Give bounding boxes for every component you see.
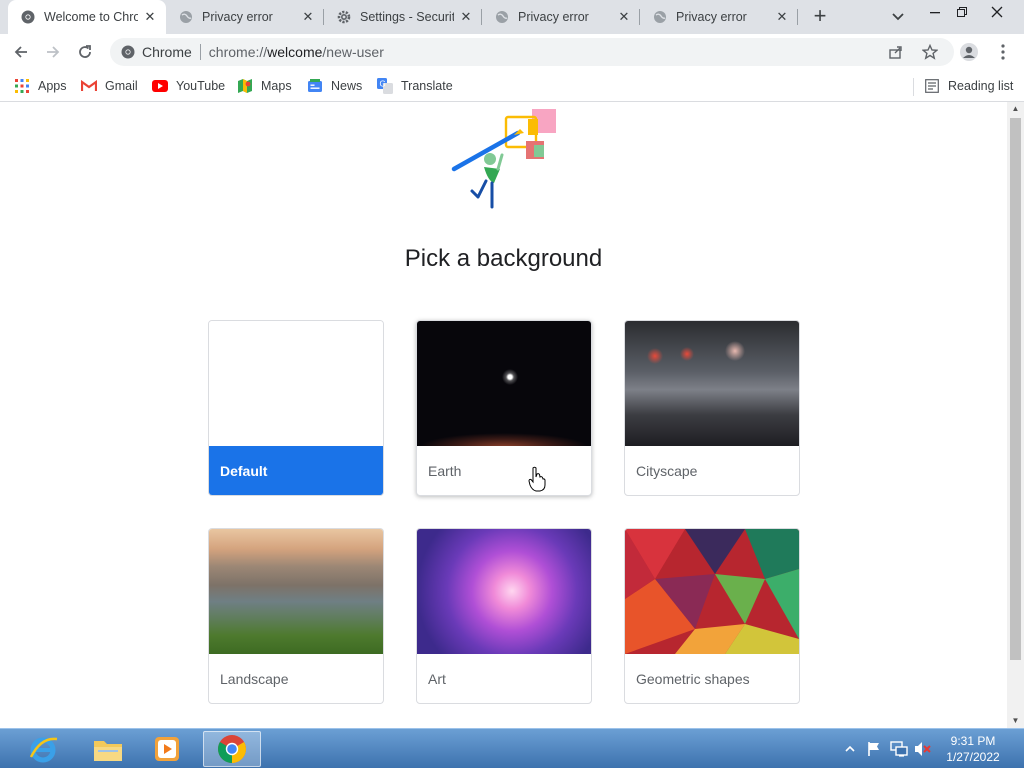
scroll-up-arrow-icon[interactable]: ▲: [1007, 102, 1024, 116]
bookmark-apps[interactable]: Apps: [14, 76, 67, 96]
clock-time: 9:31 PM: [950, 734, 996, 748]
tab-privacy-error-1[interactable]: Privacy error ✕: [166, 0, 324, 34]
chrome-taskbar-button[interactable]: [203, 731, 261, 767]
bookmark-translate[interactable]: G Translate: [377, 76, 453, 96]
chrome-icon: [120, 44, 136, 60]
close-icon[interactable]: ✕: [142, 9, 158, 25]
bookmark-gmail[interactable]: Gmail: [81, 76, 138, 96]
painter-illustration: [448, 107, 560, 211]
cityscape-thumbnail: [625, 321, 799, 446]
tab-strip: Welcome to Chrome ✕ Privacy error ✕ Sett…: [0, 0, 1024, 34]
earth-thumbnail: [417, 321, 591, 446]
tab-title: Privacy error: [518, 10, 589, 24]
profile-avatar-button[interactable]: [956, 39, 982, 65]
close-icon[interactable]: ✕: [616, 9, 632, 25]
background-label: Landscape: [220, 670, 289, 687]
url-text: chrome://welcome/new-user: [208, 44, 384, 60]
chrome-icon: [20, 9, 36, 25]
bookmark-news[interactable]: News: [307, 76, 362, 96]
reload-button[interactable]: [72, 39, 98, 65]
geometric-thumbnail: [625, 529, 799, 654]
bookmark-star-icon[interactable]: [920, 42, 940, 62]
page-title: Pick a background: [404, 245, 603, 272]
forward-button[interactable]: [40, 39, 66, 65]
network-icon[interactable]: [890, 737, 908, 761]
bookmarks-bar: Apps Gmail YouTube Maps News G Translate: [0, 70, 1024, 102]
background-option-earth[interactable]: Earth: [416, 320, 592, 496]
globe-icon: [178, 9, 194, 25]
reading-list-label: Reading list: [948, 79, 1014, 93]
windows-taskbar: 9:31 PM 1/27/2022: [0, 728, 1024, 768]
background-label: Default: [209, 446, 383, 495]
scroll-down-arrow-icon[interactable]: ▼: [1007, 714, 1024, 728]
address-bar[interactable]: Chrome chrome://welcome/new-user: [110, 38, 954, 66]
globe-icon: [652, 9, 668, 25]
background-option-geometric-shapes[interactable]: Geometric shapes: [624, 528, 800, 704]
welcome-page: Pick a background Default Earth Cityscap…: [0, 102, 1007, 728]
bookmark-youtube[interactable]: YouTube: [152, 76, 225, 96]
tab-privacy-error-2[interactable]: Privacy error ✕: [482, 0, 640, 34]
restore-button[interactable]: [945, 0, 979, 24]
tab-settings-security[interactable]: Settings - Security ✕: [324, 0, 482, 34]
background-label: Earth: [428, 462, 462, 479]
reading-list-icon: [924, 78, 940, 94]
gmail-icon: [81, 78, 97, 94]
news-icon: [307, 78, 323, 94]
new-tab-button[interactable]: +: [808, 5, 832, 29]
globe-icon: [494, 9, 510, 25]
show-hidden-icons-button[interactable]: [845, 737, 855, 761]
translate-icon: G: [377, 78, 393, 94]
close-window-button[interactable]: [980, 0, 1014, 24]
browser-toolbar: Chrome chrome://welcome/new-user: [0, 34, 1024, 70]
background-label: Art: [428, 670, 446, 687]
tab-title: Settings - Security: [360, 10, 454, 24]
background-label: Cityscape: [636, 462, 698, 479]
media-player-icon[interactable]: [138, 731, 196, 767]
bookmark-label: Translate: [401, 79, 453, 93]
close-icon[interactable]: ✕: [774, 9, 790, 25]
hand-cursor-icon: [528, 466, 546, 492]
volume-muted-icon[interactable]: [914, 737, 932, 761]
maps-icon: [237, 78, 253, 94]
internet-explorer-icon[interactable]: [14, 731, 72, 767]
reading-list-button[interactable]: Reading list: [924, 76, 1013, 96]
landscape-thumbnail: [209, 529, 383, 654]
bookmark-label: Apps: [38, 79, 67, 93]
back-button[interactable]: [8, 39, 34, 65]
system-clock[interactable]: 9:31 PM 1/27/2022: [938, 733, 1008, 765]
file-explorer-icon[interactable]: [79, 731, 137, 767]
menu-kebab-button[interactable]: [990, 39, 1016, 65]
background-option-art[interactable]: Art: [416, 528, 592, 704]
tab-title: Welcome to Chrome: [44, 10, 138, 24]
art-thumbnail: [417, 529, 591, 654]
tab-title: Privacy error: [676, 10, 747, 24]
bookmark-label: Gmail: [105, 79, 138, 93]
apps-grid-icon: [14, 78, 30, 94]
svg-text:G: G: [380, 80, 386, 89]
background-option-default[interactable]: Default: [208, 320, 384, 496]
background-thumbnail: [209, 321, 383, 446]
tab-title: Privacy error: [202, 10, 273, 24]
vertical-scrollbar[interactable]: ▲ ▼: [1007, 102, 1024, 728]
bookmark-label: Maps: [261, 79, 292, 93]
gear-icon: [336, 9, 352, 25]
bookmark-label: YouTube: [176, 79, 226, 93]
origin-chip: Chrome: [142, 44, 192, 60]
bookmark-label: News: [331, 79, 363, 93]
background-option-landscape[interactable]: Landscape: [208, 528, 384, 704]
background-option-cityscape[interactable]: Cityscape: [624, 320, 800, 496]
tab-search-chevron-icon[interactable]: [888, 8, 908, 26]
close-icon[interactable]: ✕: [458, 9, 474, 25]
background-label: Geometric shapes: [636, 670, 750, 687]
tab-privacy-error-3[interactable]: Privacy error ✕: [640, 0, 798, 34]
close-icon[interactable]: ✕: [300, 9, 316, 25]
tab-welcome[interactable]: Welcome to Chrome ✕: [8, 0, 166, 34]
action-center-flag-icon[interactable]: [866, 737, 882, 761]
bookmark-maps[interactable]: Maps: [237, 76, 292, 96]
clock-date: 1/27/2022: [946, 750, 1000, 764]
youtube-icon: [152, 78, 168, 94]
share-icon[interactable]: [886, 42, 906, 62]
scrollbar-thumb[interactable]: [1010, 118, 1021, 660]
